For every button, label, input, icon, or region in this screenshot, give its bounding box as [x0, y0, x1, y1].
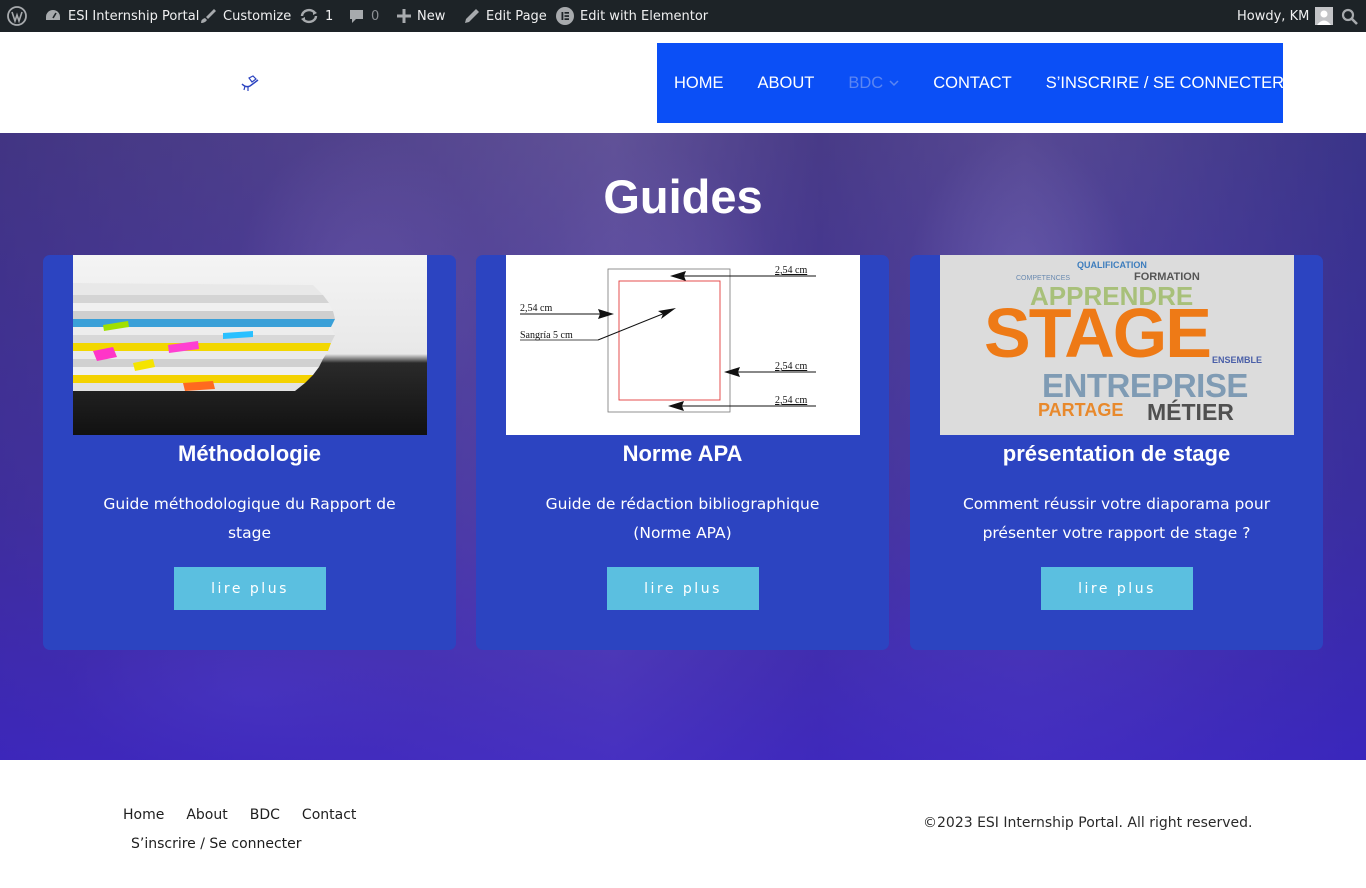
footer-link-register[interactable]: S’inscrire / Se connecter: [131, 836, 302, 852]
guide-card-methodologie: Méthodologie Guide méthodologique du Rap…: [43, 255, 456, 650]
nav-item-contact[interactable]: CONTACT: [933, 74, 1012, 93]
guide-card-presentation: QUALIFICATION FORMATION COMPETENCES APPR…: [910, 255, 1323, 650]
guide-card-norme-apa: 2,54 cm 2,54 cm Sangría 5 cm 2,54 cm 2,5…: [476, 255, 889, 650]
nav-item-bdc-label: BDC: [848, 73, 884, 92]
footer-link-contact[interactable]: Contact: [302, 807, 356, 823]
nav-item-home[interactable]: HOME: [674, 74, 724, 93]
guides-section: Guides Méthodologie Guide méthodologique…: [0, 133, 1366, 760]
stage-word-cloud-image: QUALIFICATION FORMATION COMPETENCES APPR…: [940, 255, 1294, 435]
plus-icon: [397, 9, 411, 23]
card-description: Comment réussir votre diaporama pour pré…: [962, 495, 1271, 542]
site-footer: Home About BDC Contact S’inscrire / Se c…: [0, 760, 1366, 888]
edit-page-label: Edit Page: [486, 8, 547, 24]
account-menu[interactable]: Howdy, KM: [1237, 0, 1334, 32]
main-navigation: HOME ABOUT BDC CONTACT S’INSCRIRE / SE C…: [657, 43, 1284, 123]
customize-link[interactable]: Customize: [199, 0, 291, 32]
copyright-text: ©2023 ESI Internship Portal. All right r…: [923, 815, 1253, 831]
papers-stack-image: [73, 255, 427, 435]
edit-elementor-label: Edit with Elementor: [580, 8, 709, 24]
updates-link[interactable]: 1: [299, 0, 333, 32]
chevron-down-icon: [889, 79, 899, 86]
page-title: Guides: [603, 170, 763, 223]
sangria-label: Sangría 5 cm: [520, 330, 573, 341]
site-name-link[interactable]: ESI Internship Portal: [44, 0, 199, 32]
card-description: Guide de rédaction bibliographique (Norm…: [545, 495, 820, 542]
margin-right-label: 2,54 cm: [775, 361, 808, 372]
comment-icon: [350, 10, 363, 23]
footer-link-bdc[interactable]: BDC: [250, 807, 280, 823]
dashboard-icon: [46, 10, 60, 20]
refresh-icon: [300, 8, 318, 24]
pencil-icon: [465, 9, 479, 23]
nav-item-bdc[interactable]: BDC: [848, 74, 899, 93]
card-title: Méthodologie: [178, 441, 321, 466]
margin-top-label: 2,54 cm: [775, 265, 808, 276]
nav-item-register[interactable]: S’INSCRIRE / SE CONNECTER: [1046, 74, 1284, 93]
read-more-button[interactable]: lire plus: [607, 567, 759, 610]
word-metier: MÉTIER: [1147, 399, 1234, 425]
footer-navigation: Home About BDC Contact S’inscrire / Se c…: [123, 800, 378, 858]
edit-page-link[interactable]: Edit Page: [464, 0, 547, 32]
new-label: New: [417, 8, 446, 24]
footer-link-home[interactable]: Home: [123, 807, 164, 823]
wp-admin-bar: ESI Internship Portal Customize 1 0 New …: [0, 0, 1366, 32]
elementor-icon: [556, 7, 574, 25]
brush-icon: [201, 9, 216, 23]
wordpress-logo-icon[interactable]: [7, 0, 27, 32]
read-more-button[interactable]: lire plus: [1041, 567, 1193, 610]
site-header: HOME ABOUT BDC CONTACT S’INSCRIRE / SE C…: [0, 32, 1366, 133]
card-description: Guide méthodologique du Rapport de stage: [103, 495, 396, 542]
footer-link-about[interactable]: About: [186, 807, 227, 823]
margin-left-label: 2,54 cm: [520, 303, 553, 314]
new-content-link[interactable]: New: [397, 0, 445, 32]
avatar: [1315, 7, 1334, 25]
card-title: présentation de stage: [1002, 441, 1231, 466]
edit-elementor-link[interactable]: Edit with Elementor: [556, 0, 708, 32]
comments-count: 0: [371, 8, 380, 24]
site-logo[interactable]: [240, 74, 262, 97]
site-name-label: ESI Internship Portal: [68, 8, 200, 24]
howdy-label: Howdy, KM: [1237, 8, 1310, 24]
word-qualification: QUALIFICATION: [1077, 260, 1147, 270]
word-partage: PARTAGE: [1038, 400, 1124, 420]
word-ensemble: ENSEMBLE: [1212, 355, 1263, 365]
read-more-button[interactable]: lire plus: [174, 567, 326, 610]
nav-item-about[interactable]: ABOUT: [758, 74, 815, 93]
apa-margins-diagram: 2,54 cm 2,54 cm Sangría 5 cm 2,54 cm 2,5…: [506, 255, 860, 435]
word-stage: STAGE: [984, 294, 1212, 372]
comments-link[interactable]: 0: [348, 0, 379, 32]
updates-count: 1: [325, 8, 334, 24]
customize-label: Customize: [223, 8, 292, 24]
card-title: Norme APA: [622, 441, 743, 466]
margin-bottom-label: 2,54 cm: [775, 395, 808, 406]
search-icon[interactable]: [1341, 0, 1358, 32]
